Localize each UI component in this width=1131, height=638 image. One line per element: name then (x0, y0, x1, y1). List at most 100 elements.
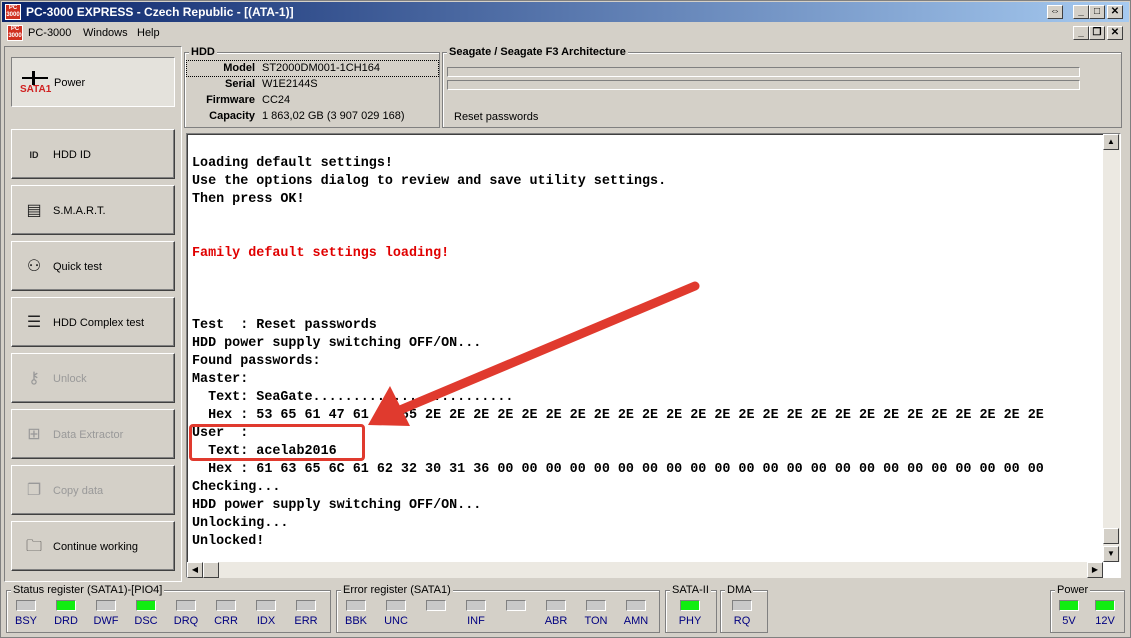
progress-bar-2 (447, 80, 1080, 90)
nav-complex-test-button[interactable]: ☰ HDD Complex test (11, 297, 175, 347)
nav-label: Unlock (53, 373, 87, 385)
copy-data-icon: ❐ (26, 482, 42, 499)
scroll-down-button[interactable]: ▼ (1103, 546, 1119, 562)
nav-smart-button[interactable]: ▤ S.M.A.R.T. (11, 185, 175, 235)
log-line: Unlocking... (192, 516, 289, 531)
led-drq (176, 600, 196, 611)
nav-label: HDD ID (53, 149, 91, 161)
nav-label: S.M.A.R.T. (53, 205, 106, 217)
firmware-label: Firmware (206, 94, 255, 106)
title-bar[interactable]: PC 3000 PC-3000 EXPRESS - Czech Republic… (2, 2, 1129, 22)
log-line: Then press OK! (192, 192, 305, 207)
data-extractor-icon: ⊞ (27, 426, 41, 443)
led-rq (732, 600, 752, 611)
dma-title: DMA (725, 584, 754, 596)
nav-quick-test-button[interactable]: ⚇ Quick test (11, 241, 175, 291)
child-minimize-button[interactable]: _ (1073, 26, 1089, 40)
annotation-arrow-icon (368, 281, 700, 426)
led-abr (546, 600, 566, 611)
serial-label: Serial (225, 78, 255, 90)
nav-unlock-button[interactable]: ⚷ Unlock (11, 353, 175, 403)
led-label: IDX (256, 615, 276, 627)
app-icon: PC 3000 (5, 4, 21, 20)
child-close-button[interactable]: ✕ (1107, 26, 1123, 40)
led-label: AMN (623, 615, 649, 627)
sata2-group: SATA-II PHY (665, 584, 717, 633)
close-button[interactable]: ✕ (1107, 5, 1123, 19)
led-label: INF (467, 615, 485, 627)
led-label: TON (584, 615, 608, 627)
maximize-button[interactable]: □ (1089, 5, 1105, 19)
led-label: 12V (1095, 615, 1115, 627)
led-dwf (96, 600, 116, 611)
menu-help[interactable]: Help (137, 23, 160, 43)
led-label: BBK (344, 615, 367, 627)
scroll-up-button[interactable]: ▲ (1103, 134, 1119, 150)
led-unc (386, 600, 406, 611)
horizontal-scroll-thumb[interactable] (203, 562, 219, 578)
nav-label: Data Extractor (53, 429, 124, 441)
model-label: Model (223, 62, 255, 74)
power-panel-group: Power 5V 12V (1050, 584, 1125, 633)
status-register-title: Status register (SATA1)-[PIO4] (11, 584, 165, 596)
log-horizontal-scrollbar[interactable]: ◀ ▶ (187, 562, 1103, 578)
led-label: DRD (54, 615, 78, 627)
log-vertical-scrollbar[interactable]: ▲ ▼ (1103, 134, 1120, 562)
nav-hdd-id-button[interactable]: ID HDD ID (11, 129, 175, 179)
scroll-right-button[interactable]: ▶ (1087, 562, 1103, 578)
power-label: Power (54, 77, 86, 89)
log-line: Checking... (192, 480, 281, 495)
error-register-group: Error register (SATA1) BBK UNC INF ABR TON AM… (336, 584, 660, 633)
dma-group: DMA RQ (720, 584, 768, 633)
led-blank (426, 600, 446, 611)
led-amn (626, 600, 646, 611)
led-bsy (16, 600, 36, 611)
progress-bar-1 (447, 67, 1080, 77)
menu-windows[interactable]: Windows (83, 23, 128, 43)
log-line: Test : Reset passwords (192, 318, 377, 333)
led-label: DSC (134, 615, 158, 627)
hdd-id-icon: ID (29, 150, 39, 160)
smart-icon: ▤ (26, 202, 42, 219)
led-label: CRR (214, 615, 238, 627)
vertical-scroll-thumb[interactable] (1103, 528, 1119, 544)
nav-copy-data-button[interactable]: ❐ Copy data (11, 465, 175, 515)
menu-bar: PC 3000 PC-3000 Windows Help _ ❐ ✕ (2, 23, 1129, 43)
nav-folder-button[interactable]: 🗀 Continue working (11, 521, 175, 571)
restore-arrow-icon[interactable]: ⇔ (1047, 5, 1063, 19)
led-dsc (136, 600, 156, 611)
nav-data-extractor-button[interactable]: ⊞ Data Extractor (11, 409, 175, 459)
led-crr (216, 600, 236, 611)
log-line: Master: (192, 372, 249, 387)
led-label: UNC (384, 615, 408, 627)
led-label: ERR (294, 615, 318, 627)
nav-label: Copy data (53, 485, 104, 497)
led-blank (506, 600, 526, 611)
led-phy (680, 600, 700, 611)
child-restore-button[interactable]: ❐ (1089, 26, 1105, 40)
firmware-value: CC24 (262, 94, 291, 106)
sata-badge: SATA1 (20, 84, 52, 95)
model-value: ST2000DM001-1CH164 (262, 62, 381, 74)
complex-test-icon: ☰ (26, 314, 42, 331)
family-title: Seagate / Seagate F3 Architecture (447, 46, 628, 58)
minimize-button[interactable]: _ (1073, 5, 1089, 19)
log-line: Use the options dialog to review and sav… (192, 174, 667, 189)
folder-icon: 🗀 (25, 538, 42, 555)
hdd-group-title: HDD (189, 46, 217, 58)
log-line: Hex : 61 63 65 6C 61 62 32 30 31 36 00 0… (192, 462, 1044, 477)
sata-power-icon: SATA1 (20, 68, 52, 96)
power-button[interactable]: SATA1 Power (11, 57, 175, 107)
led-label: DWF (93, 615, 119, 627)
menu-pc3000[interactable]: PC-3000 (28, 23, 71, 43)
unlock-icon: ⚷ (28, 370, 40, 387)
capacity-label: Capacity (209, 110, 255, 122)
led-bbk (346, 600, 366, 611)
child-app-icon[interactable]: PC 3000 (7, 25, 23, 41)
led-label: BSY (14, 615, 37, 627)
led-err (296, 600, 316, 611)
family-group: Seagate / Seagate F3 Architecture (442, 46, 1122, 128)
scroll-left-button[interactable]: ◀ (187, 562, 203, 578)
log-line: Unlocked! (192, 534, 265, 549)
led-label: 5V (1062, 615, 1076, 627)
